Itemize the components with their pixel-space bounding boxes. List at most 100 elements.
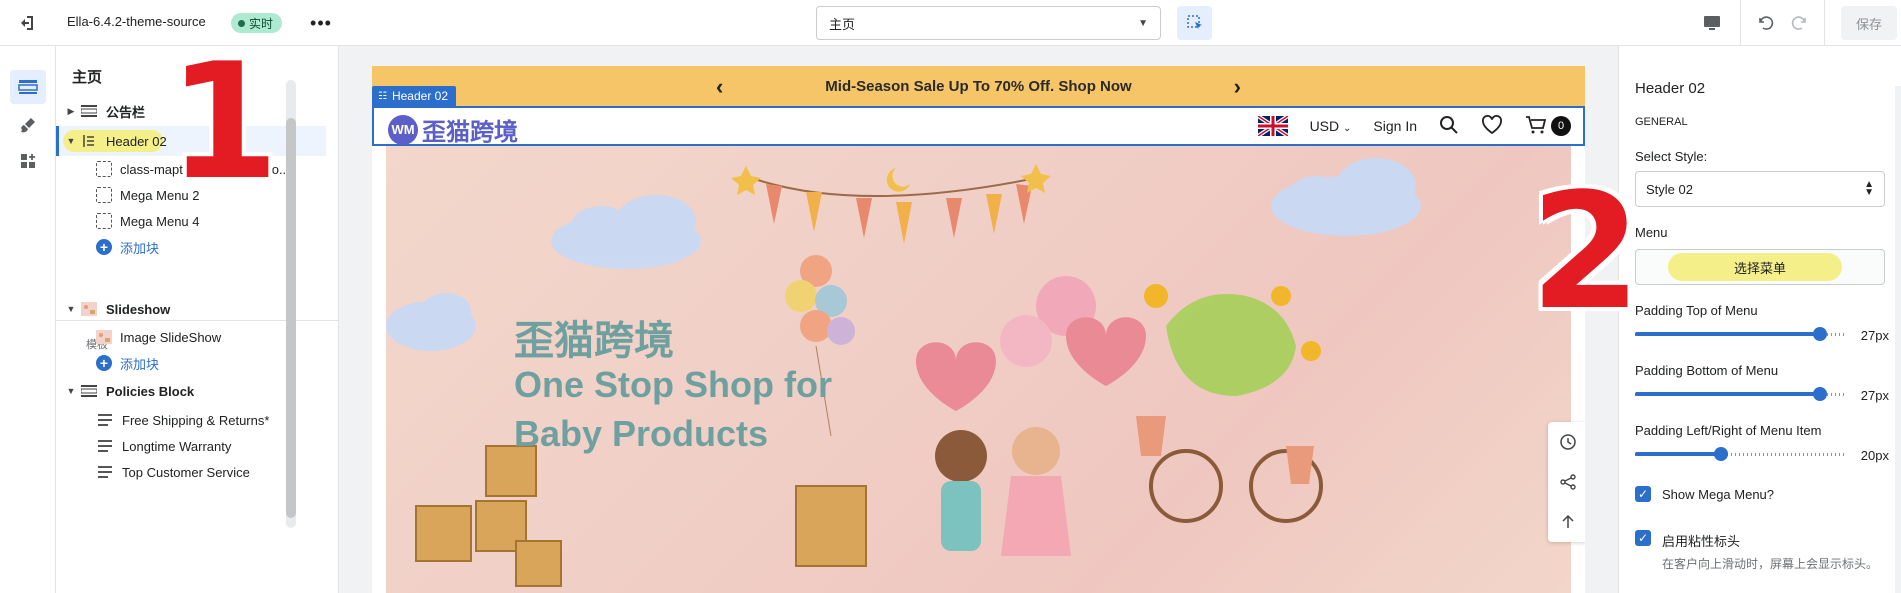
store-header[interactable]: WM 歪猫跨境 USD ⌄ Sign In 0: [372, 106, 1585, 146]
slider-label: Padding Bottom of Menu: [1635, 363, 1779, 378]
caret-right-icon[interactable]: ▶: [62, 106, 80, 117]
live-badge-label: 实时: [249, 16, 274, 31]
page-select[interactable]: 主页 ▼: [816, 6, 1161, 40]
toolbar-divider: [1740, 0, 1741, 46]
theme-settings-brush-icon[interactable]: [10, 108, 46, 142]
announcement-text[interactable]: Mid-Season Sale Up To 70% Off. Shop Now: [825, 78, 1131, 95]
tree-row-label: Mega Menu 4: [120, 213, 200, 229]
text-block-icon: [98, 466, 112, 478]
padding-left-right-slider[interactable]: [1635, 447, 1847, 461]
slider-value: 20px: [1860, 448, 1889, 463]
slider-knob[interactable]: [1714, 447, 1728, 461]
tree-title: 主页: [72, 69, 103, 86]
tree-row-label: 公告栏: [106, 104, 146, 120]
settings-scrollbar[interactable]: [1895, 86, 1901, 593]
search-icon[interactable]: [1439, 115, 1459, 138]
selected-section-label: Header 02: [391, 89, 449, 103]
redo-icon[interactable]: [1785, 8, 1815, 38]
padding-top-slider[interactable]: [1635, 327, 1847, 341]
tree-row-label: Image SlideShow: [120, 329, 222, 345]
scroll-to-top-icon[interactable]: [1548, 502, 1585, 542]
slider-value: 27px: [1860, 328, 1889, 343]
more-actions-icon[interactable]: •••: [307, 10, 335, 36]
select-menu-button[interactable]: 选择菜单: [1635, 249, 1885, 285]
style-select[interactable]: Style 02 ▲ ▼: [1635, 171, 1885, 207]
text-block-icon: [98, 440, 112, 452]
settings-title: Header 02: [1635, 80, 1706, 97]
undo-icon[interactable]: [1750, 8, 1780, 38]
tree-row-label: class-mapten-tacitos-del-so...: [120, 161, 290, 177]
announcement-bar[interactable]: ‹ Mid-Season Sale Up To 70% Off. Shop No…: [372, 66, 1585, 106]
image-thumb-icon: [96, 330, 112, 344]
slider-knob[interactable]: [1813, 327, 1827, 341]
share-icon[interactable]: [1548, 462, 1585, 502]
caret-down-icon[interactable]: ▼: [62, 386, 80, 396]
tree-scrollbar[interactable]: [286, 80, 296, 528]
inspector-icon[interactable]: [1177, 6, 1212, 40]
tree-scrollbar-thumb[interactable]: [286, 118, 296, 518]
chevron-right-icon[interactable]: ›: [1234, 74, 1241, 100]
chevron-left-icon[interactable]: ‹: [716, 74, 723, 100]
cart-button[interactable]: 0: [1525, 115, 1571, 138]
slider-fill: [1635, 392, 1820, 396]
show-mega-menu-checkbox[interactable]: ✓: [1635, 486, 1651, 502]
section-tree-panel: 主页 ▶ 公告栏 ▼ Header 02 class-mapten-tacito…: [56, 46, 339, 593]
live-dot-icon: [238, 19, 245, 27]
store-logo[interactable]: WM 歪猫跨境: [388, 112, 518, 147]
caret-down-icon[interactable]: ▼: [62, 136, 80, 146]
toolbar-divider: [1824, 0, 1825, 46]
theme-name: Ella-6.4.2-theme-source: [67, 14, 206, 29]
live-badge: 实时: [231, 13, 283, 33]
currency-selector[interactable]: USD ⌄: [1310, 118, 1352, 134]
uk-flag-icon[interactable]: [1257, 116, 1288, 136]
header-section-icon: ☷: [378, 90, 387, 102]
section-icon: [80, 384, 98, 398]
sign-in-link[interactable]: Sign In: [1373, 118, 1417, 134]
tree-row-label: Mega Menu 2: [120, 187, 200, 203]
tree-row-label: Slideshow: [106, 301, 171, 317]
chevron-down-icon: ⌄: [1343, 123, 1352, 134]
add-circle-icon: +: [96, 355, 112, 371]
slider-fill: [1635, 332, 1820, 336]
slideshow-thumb-icon: [80, 302, 98, 316]
save-button[interactable]: 保存: [1841, 6, 1897, 40]
slider-value: 27px: [1860, 388, 1889, 403]
exit-icon[interactable]: [8, 7, 46, 39]
settings-heading: GENERAL: [1635, 116, 1688, 128]
select-menu-label: 选择菜单: [1733, 260, 1786, 276]
top-bar: Ella-6.4.2-theme-source 实时 ••• 主页 ▼ 保存: [0, 0, 1901, 46]
history-icon[interactable]: [1548, 422, 1585, 462]
desktop-view-icon[interactable]: [1697, 8, 1727, 38]
add-block-label: 添加块: [120, 240, 160, 256]
apps-icon[interactable]: [10, 144, 46, 178]
slider-knob[interactable]: [1813, 387, 1827, 401]
block-icon: [96, 187, 112, 203]
slider-label: Padding Top of Menu: [1635, 303, 1758, 318]
hero-line-2: Baby Products: [514, 413, 769, 454]
padding-bottom-slider[interactable]: [1635, 387, 1847, 401]
hero-title-cn: 歪猫跨境: [514, 318, 674, 364]
currency-label: USD: [1309, 118, 1340, 134]
hero-slideshow[interactable]: 歪猫跨境 One Stop Shop for Baby Products: [386, 146, 1571, 593]
add-circle-icon: +: [96, 239, 112, 255]
tree-row-label: Free Shipping & Returns*: [122, 412, 270, 428]
caret-down-icon[interactable]: ▼: [62, 304, 80, 314]
tree-row-label: Top Customer Service: [122, 464, 250, 480]
wishlist-heart-icon[interactable]: [1481, 114, 1503, 138]
select-style-label: Select Style:: [1635, 149, 1708, 164]
select-arrows-icon: ▲ ▼: [1864, 179, 1874, 198]
hero-line-1: One Stop Shop for: [514, 364, 832, 405]
cart-count-badge: 0: [1551, 116, 1571, 136]
hero-title-en: One Stop Shop for Baby Products: [514, 360, 832, 458]
sections-icon[interactable]: [10, 70, 46, 104]
sticky-header-checkbox[interactable]: ✓: [1635, 530, 1651, 546]
cart-icon: [1525, 115, 1547, 138]
block-icon: [96, 213, 112, 229]
menu-label: Menu: [1635, 225, 1668, 240]
show-mega-menu-label: Show Mega Menu?: [1662, 487, 1775, 502]
text-block-icon: [98, 414, 112, 426]
header-actions: USD ⌄ Sign In 0: [1257, 108, 1571, 144]
block-icon: [96, 161, 112, 177]
sticky-header-label: 启用粘性标头: [1662, 534, 1741, 549]
tree-row-label: Header 02: [106, 133, 167, 149]
